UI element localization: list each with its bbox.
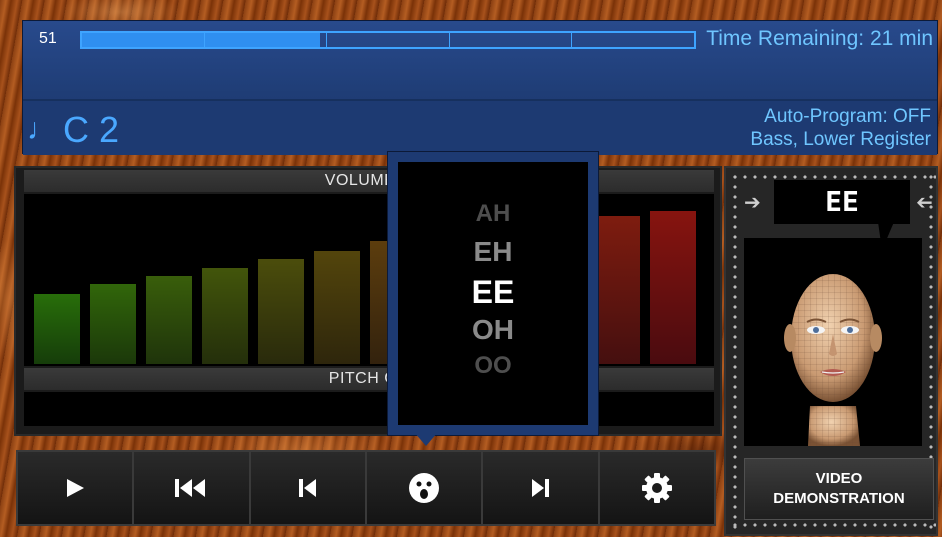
transport-controls [16,450,716,526]
current-note: ♩ C 2 [27,109,119,151]
volume-bar [314,251,360,364]
graph-area: VOLUME G PITCH GU [14,166,722,436]
vowel-popup-pointer [414,432,438,446]
session-progress-bar [80,31,696,49]
dotted-border-bottom [730,520,936,530]
settings-button[interactable] [599,452,714,524]
pitch-guide-display [24,392,714,426]
progress-fill [82,33,204,47]
settings-gear-icon [641,473,672,503]
dotted-border-left [730,172,740,530]
vowel-option-eh[interactable]: EH [398,236,588,268]
auto-program-info[interactable]: Auto-Program: OFF Bass, Lower Register [750,105,931,151]
vowel-picker-popup[interactable]: AH EH EE OH OO [388,152,598,435]
note-pitch-label: C 2 [63,109,120,150]
face-mouth-icon [409,473,440,503]
video-demonstration-label: VIDEO DEMONSTRATION [773,470,905,507]
vowel-option-ee[interactable]: EE [398,274,588,311]
vowel-option-oo[interactable]: OO [398,352,588,380]
exercise-counter: 51 [39,30,57,47]
progress-segment [327,33,450,47]
face-model-image [744,238,922,446]
voice-range-label: Bass, Lower Register [750,129,931,150]
next-icon [532,479,550,497]
rewind-to-start-button[interactable] [134,452,251,524]
vowel-option-oh[interactable]: OH [398,314,588,346]
volume-bar [34,294,80,364]
progress-fill [204,33,321,47]
music-note-icon: ♩ [27,113,57,146]
volume-bar [258,259,304,364]
status-divider [23,99,937,101]
arrow-right-icon: ➔ [744,190,761,214]
face-panel: ➔ ➔ EE VIDEO DEMONSTRATION [724,166,938,536]
arrow-left-icon: ➔ [916,190,933,214]
volume-bar [594,216,640,364]
vowel-select-button[interactable] [366,452,484,524]
vowel-option-ah[interactable]: AH [398,200,588,228]
time-remaining-text: Time Remaining: 21 min [706,27,933,50]
next-button[interactable] [483,452,600,524]
previous-icon [298,479,316,497]
volume-bar [90,284,136,364]
progress-segment [572,33,694,47]
pitch-guide-label: PITCH GU [24,368,714,390]
rewind-to-start-icon [175,479,206,497]
volume-graph-label: VOLUME G [24,170,714,192]
play-button[interactable] [18,452,135,524]
auto-program-status[interactable]: Auto-Program: OFF [750,105,931,128]
current-vowel-label: EE [774,180,910,224]
volume-bar [202,268,248,364]
volume-graph [24,194,714,366]
progress-segment [204,33,328,47]
video-demonstration-button[interactable]: VIDEO DEMONSTRATION [744,458,934,520]
status-panel: 51 Time Remaining: 21 min ♩ C 2 Auto-Pro… [22,20,938,155]
volume-bar [146,276,192,364]
previous-button[interactable] [250,452,367,524]
play-icon [67,479,85,497]
progress-segment [450,33,573,47]
progress-segment [82,33,205,47]
volume-bar [650,211,696,364]
